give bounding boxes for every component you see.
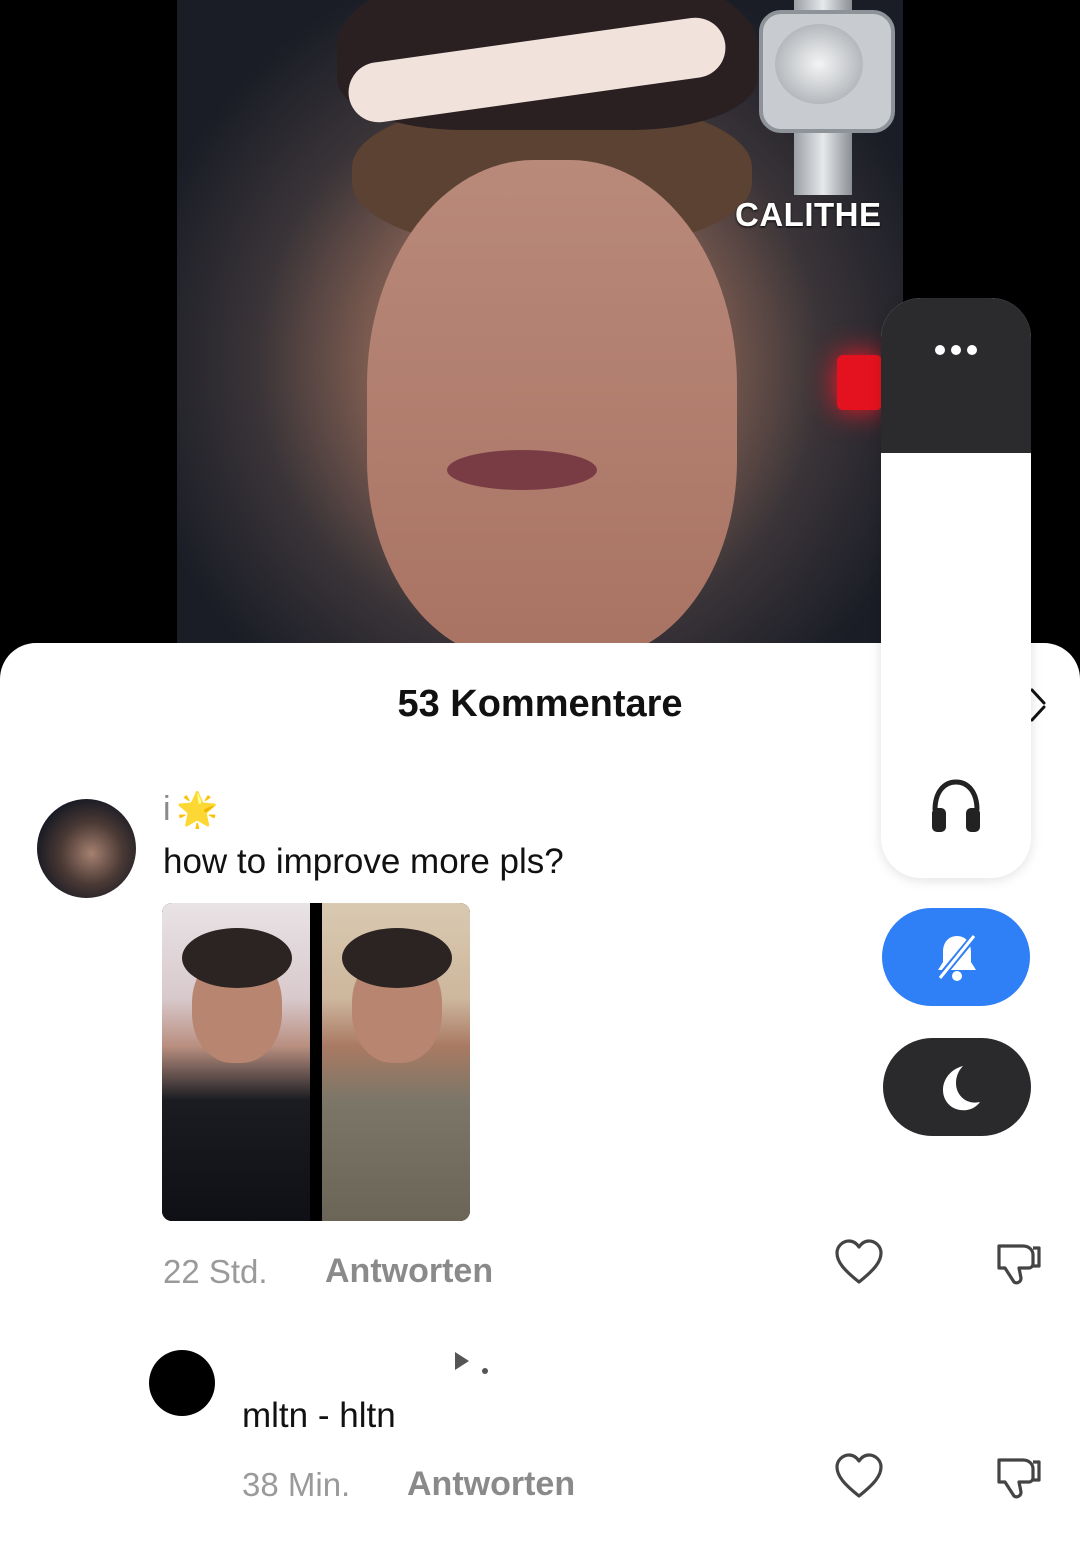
moon-icon	[943, 1066, 980, 1111]
video-face	[367, 160, 737, 660]
comment-photo[interactable]	[322, 903, 470, 1221]
play-icon[interactable]	[452, 1350, 472, 1372]
thumbs-down-icon[interactable]	[993, 1452, 1043, 1502]
video-lips	[447, 450, 597, 490]
comment-text: mltn - hltn	[242, 1396, 396, 1435]
brand-overlay-text: CALITHE	[735, 196, 882, 233]
dot-separator	[482, 1368, 488, 1374]
headphones-icon	[932, 779, 980, 832]
heart-icon[interactable]	[834, 1238, 884, 1286]
comment-timestamp: 38 Min.	[242, 1466, 351, 1503]
reply-button[interactable]: Antworten	[325, 1252, 493, 1291]
comment-username[interactable]: i	[163, 790, 171, 829]
video-player[interactable]	[177, 0, 903, 660]
comment-text: how to improve more pls?	[163, 842, 564, 881]
watch-image	[749, 0, 895, 195]
thumbs-down-icon[interactable]	[993, 1238, 1043, 1288]
bell-slash-icon	[935, 931, 979, 983]
volume-empty-track	[881, 298, 1031, 453]
volume-slider[interactable]	[881, 298, 1031, 878]
star-emoji: 🌟	[176, 791, 219, 829]
comment-timestamp: 22 Std.	[163, 1253, 268, 1290]
do-not-disturb-toggle[interactable]	[883, 1038, 1031, 1136]
traffic-light	[837, 355, 882, 410]
comment-photo[interactable]	[162, 903, 310, 1221]
mute-toggle[interactable]	[882, 908, 1030, 1006]
avatar[interactable]	[149, 1350, 215, 1416]
reply-button[interactable]: Antworten	[407, 1465, 575, 1504]
comment-photos[interactable]	[162, 903, 470, 1221]
more-dots-icon[interactable]	[933, 343, 979, 357]
heart-icon[interactable]	[834, 1452, 884, 1500]
avatar[interactable]	[37, 799, 136, 898]
